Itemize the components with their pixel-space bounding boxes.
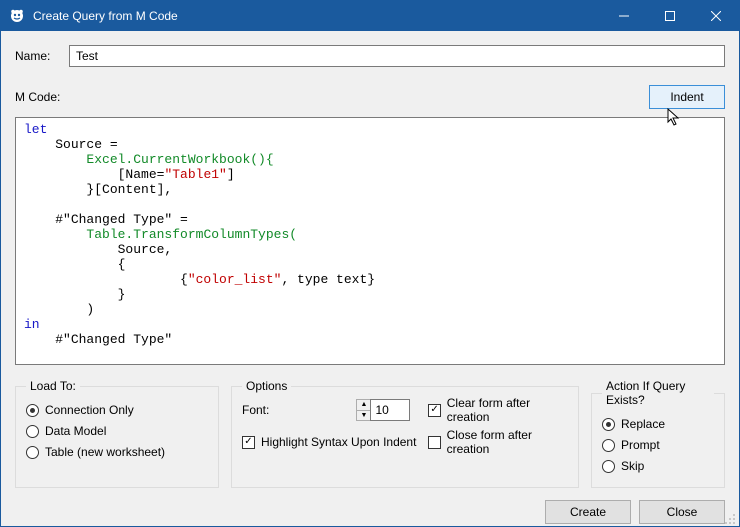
clear-form-checkbox[interactable]: ✓ Clear form after creation — [428, 400, 568, 420]
load-to-label: Connection Only — [45, 403, 134, 417]
action-option[interactable]: Prompt — [602, 435, 714, 455]
name-row: Name: — [15, 45, 725, 67]
maximize-button[interactable] — [647, 1, 693, 31]
radio-icon — [26, 446, 39, 459]
spin-down-icon[interactable]: ▼ — [357, 411, 370, 421]
window-title: Create Query from M Code — [33, 9, 601, 23]
radio-icon — [26, 404, 39, 417]
radio-icon — [602, 460, 615, 473]
load-to-legend: Load To: — [26, 379, 80, 393]
radio-icon — [602, 439, 615, 452]
options-group: Options Font: ▲ ▼ ✓ Clear form after cre… — [231, 379, 579, 488]
load-to-option[interactable]: Connection Only — [26, 400, 208, 420]
action-label: Prompt — [621, 438, 660, 452]
close-button[interactable]: Close — [639, 500, 725, 524]
mcode-label: M Code: — [15, 90, 60, 104]
resize-grip-icon[interactable] — [724, 513, 736, 525]
action-label: Replace — [621, 417, 665, 431]
radio-icon — [26, 425, 39, 438]
font-input[interactable] — [370, 399, 410, 421]
load-to-option[interactable]: Data Model — [26, 421, 208, 441]
titlebar: Create Query from M Code — [1, 1, 739, 31]
checkbox-icon — [428, 436, 440, 449]
close-window-button[interactable] — [693, 1, 739, 31]
font-label: Font: — [242, 403, 344, 417]
action-group: Action If Query Exists? Replace Prompt Ski… — [591, 379, 725, 488]
highlight-label: Highlight Syntax Upon Indent — [261, 435, 416, 449]
font-spinner[interactable]: ▲ ▼ — [356, 399, 416, 421]
action-legend: Action If Query Exists? — [602, 379, 714, 407]
checkbox-icon: ✓ — [428, 404, 440, 417]
action-label: Skip — [621, 459, 644, 473]
checkbox-icon: ✓ — [242, 436, 255, 449]
load-to-label: Table (new worksheet) — [45, 445, 165, 459]
load-to-group: Load To: Connection Only Data Model Table … — [15, 379, 219, 488]
load-to-label: Data Model — [45, 424, 106, 438]
create-button[interactable]: Create — [545, 500, 631, 524]
indent-button[interactable]: Indent — [649, 85, 725, 109]
app-icon — [9, 8, 25, 24]
action-option[interactable]: Replace — [602, 414, 714, 434]
options-legend: Options — [242, 379, 291, 393]
radio-icon — [602, 418, 615, 431]
action-option[interactable]: Skip — [602, 456, 714, 476]
name-input[interactable] — [69, 45, 725, 67]
name-label: Name: — [15, 49, 59, 63]
clear-form-label: Clear form after creation — [447, 396, 568, 424]
close-form-label: Close form after creation — [447, 428, 568, 456]
close-form-checkbox[interactable]: Close form after creation — [428, 432, 568, 452]
spin-up-icon[interactable]: ▲ — [357, 400, 370, 411]
minimize-button[interactable] — [601, 1, 647, 31]
highlight-checkbox[interactable]: ✓ Highlight Syntax Upon Indent — [242, 432, 416, 452]
mcode-editor[interactable]: let Source = Excel.CurrentWorkbook(){ [N… — [15, 117, 725, 365]
load-to-option[interactable]: Table (new worksheet) — [26, 442, 208, 462]
